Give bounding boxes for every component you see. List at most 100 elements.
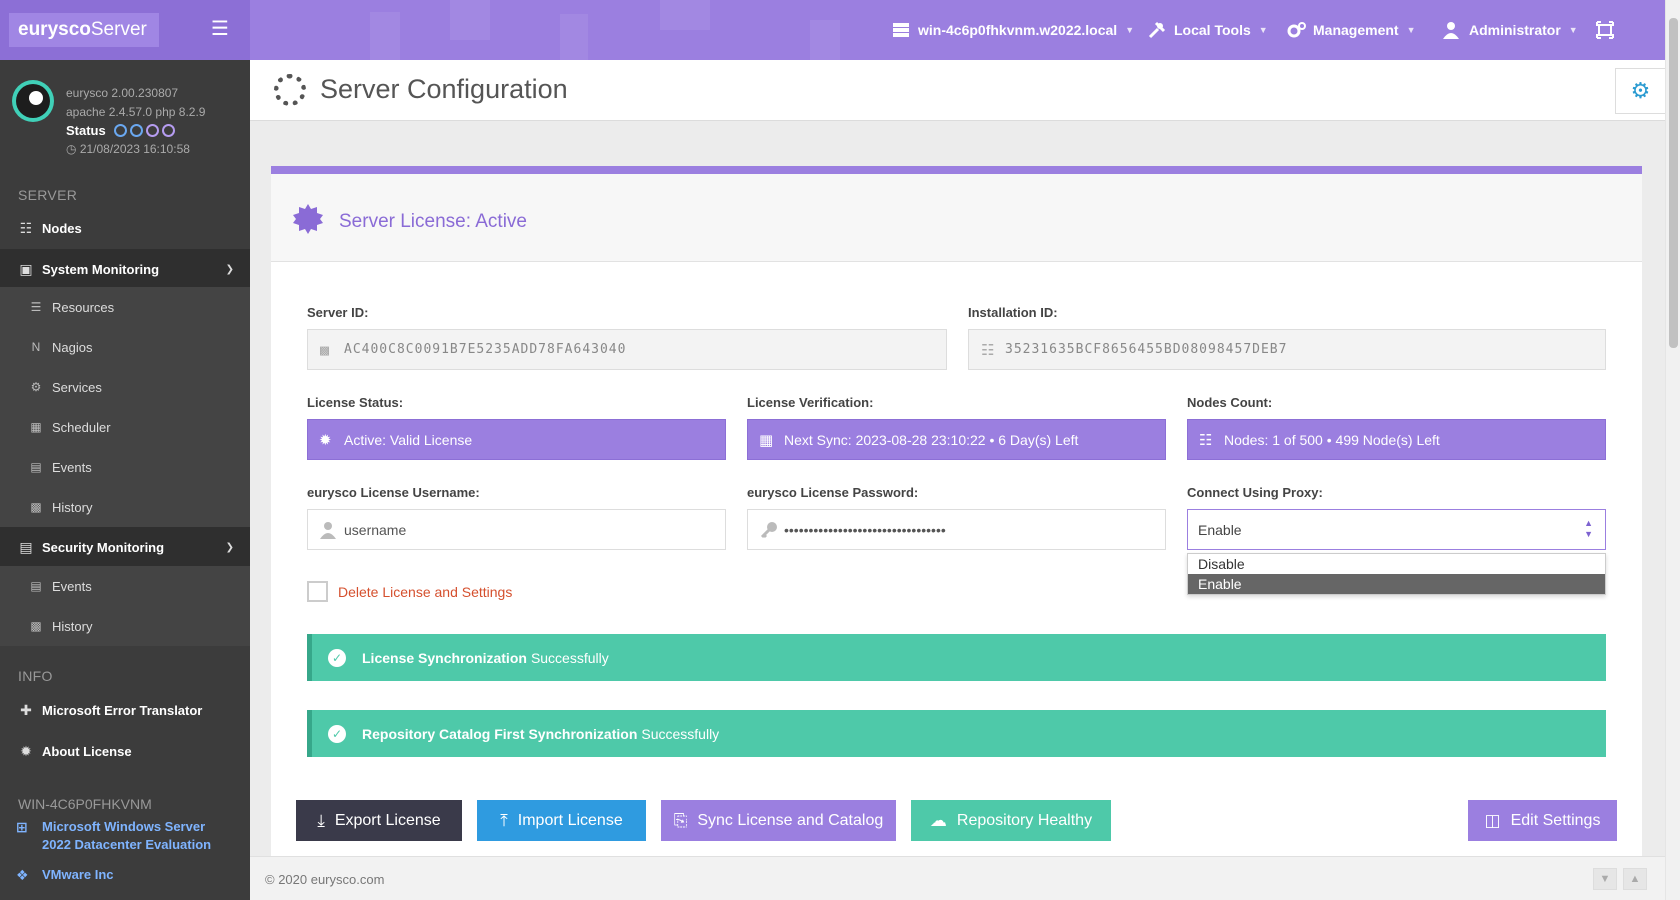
footer-copyright: © 2020 eurysco.com	[265, 872, 385, 887]
edit-settings-button[interactable]: ◫ Edit Settings	[1468, 800, 1617, 841]
sidebar-item-security-history[interactable]: ▩ History	[0, 606, 250, 646]
file-download-icon: ⎘	[673, 810, 688, 830]
save-icon: ◫	[1484, 810, 1501, 830]
status-indicator: Status	[66, 123, 175, 138]
settings-gear-button[interactable]: ⚙	[1615, 68, 1665, 114]
license-status-label: License Status:	[307, 395, 404, 410]
certificate-icon	[293, 204, 323, 234]
nagios-icon: N	[31, 340, 41, 354]
clock-icon: ◷	[66, 142, 80, 156]
brand-logo[interactable]: euryscoServer	[9, 13, 159, 47]
hamburger-menu-icon[interactable]: ☰	[211, 19, 229, 39]
fullscreen-button[interactable]	[1596, 0, 1622, 60]
export-license-button[interactable]: ⤓ Export License	[296, 800, 462, 841]
installation-id-field: ☷ 35231635BCF8656455BD08098457DEB7	[968, 329, 1606, 370]
list-alt-icon: ▤	[30, 460, 42, 474]
sidebar-item-nodes[interactable]: ☷ Nodes	[0, 208, 250, 248]
calendar-icon: ▦	[759, 432, 774, 449]
installation-id-label: Installation ID:	[968, 305, 1058, 320]
chevron-down-icon: ▼	[1125, 25, 1135, 35]
status-dot-icon	[161, 124, 175, 137]
server-id-field: ▩ AC400C8C0091B7E5235ADD78FA643040	[307, 329, 947, 370]
delete-license-checkbox[interactable]: Delete License and Settings	[307, 581, 512, 602]
sidebar-item-history[interactable]: ▩ History	[0, 487, 250, 527]
proxy-option-disable[interactable]: Disable	[1188, 554, 1605, 574]
sidebar-item-services[interactable]: ⚙ Services	[0, 367, 250, 407]
gears-icon	[1287, 21, 1306, 39]
status-label: Status	[66, 123, 106, 138]
server-icon	[892, 21, 910, 39]
book-icon: ▩	[30, 500, 42, 514]
host-menu[interactable]: win-4c6p0fhkvnm.w2022.local ▼	[892, 0, 1134, 60]
server-id-label: Server ID:	[307, 305, 369, 320]
chevron-down-icon: ❯	[225, 541, 234, 553]
proxy-dropdown: Disable Enable	[1187, 553, 1606, 595]
user-label: Administrator	[1469, 22, 1561, 38]
proxy-select[interactable]: Enable ▲ ▼	[1187, 509, 1606, 550]
sidebar-item-events[interactable]: ▤ Events	[0, 447, 250, 487]
sidebar-item-nagios[interactable]: N Nagios	[0, 327, 250, 367]
qrcode-icon: ▩	[320, 341, 331, 359]
license-verification-field: ▦ Next Sync: 2023-08-28 23:10:22 • 6 Day…	[747, 419, 1166, 460]
windows-icon: ⊞	[16, 819, 28, 835]
stack-text: apache 2.4.57.0 php 8.2.9	[66, 105, 206, 119]
sidebar-item-resources[interactable]: ☰ Resources	[0, 287, 250, 327]
section-server: SERVER	[18, 187, 78, 203]
datetime-row: ◷ 21/08/2023 16:10:58	[66, 142, 190, 156]
scroll-down-button[interactable]: ▼	[1593, 868, 1617, 890]
vendor-info: ❖ VMware Inc	[16, 867, 114, 883]
status-dot-icon	[145, 124, 159, 137]
repository-healthy-button[interactable]: ☁ Repository Healthy	[911, 800, 1111, 841]
card-title: Server License: Active	[339, 211, 527, 232]
chevron-down-icon: ▼	[1568, 25, 1578, 35]
sidebar-item-error-translator[interactable]: ✚ Microsoft Error Translator	[0, 690, 250, 730]
certificate-icon: ✹	[20, 742, 32, 759]
license-card: Server License: Active Server ID: ▩ AC40…	[271, 166, 1642, 866]
scrollbar-thumb[interactable]	[1669, 18, 1678, 348]
check-circle-icon: ✓	[328, 648, 346, 667]
os-info: ⊞ Microsoft Windows Server 2022 Datacent…	[16, 819, 212, 852]
select-arrows-icon: ▲ ▼	[1584, 518, 1593, 539]
gear-icon: ⚙	[30, 380, 42, 394]
page-title: Server Configuration	[320, 74, 568, 104]
hostname-label: WIN-4C6P0FHKVNM	[18, 796, 152, 812]
checkbox[interactable]	[307, 581, 328, 602]
user-icon	[320, 521, 336, 539]
arrow-down-icon: ▼	[1599, 873, 1611, 885]
user-menu[interactable]: Administrator ▼	[1443, 0, 1578, 60]
scroll-up-button[interactable]: ▲	[1623, 868, 1647, 890]
nodes-count-label: Nodes Count:	[1187, 395, 1273, 410]
password-input[interactable]: •••••••••••••••••••••••••••••••••	[747, 509, 1166, 550]
list-icon: ☰	[30, 300, 42, 314]
sidebar-item-system-monitoring[interactable]: ▣ System Monitoring ❯	[0, 249, 250, 289]
status-dot-icon	[129, 124, 143, 137]
page-scrollbar[interactable]	[1665, 0, 1680, 900]
management-menu[interactable]: Management ▼	[1287, 0, 1416, 60]
life-ring-icon	[274, 74, 306, 106]
sitemap-icon: ☷	[19, 219, 33, 236]
upload-icon: ⤒	[500, 810, 508, 830]
sidebar-item-scheduler[interactable]: ▦ Scheduler	[0, 407, 250, 447]
sidebar-item-security-monitoring[interactable]: ▤ Security Monitoring ❯	[0, 527, 250, 567]
sidebar-item-security-events[interactable]: ▤ Events	[0, 566, 250, 606]
tools-icon	[1148, 21, 1166, 39]
sync-license-button[interactable]: ⎘ Sync License and Catalog	[661, 800, 896, 841]
version-text: eurysco 2.00.230807	[66, 86, 179, 100]
password-label: eurysco License Password:	[747, 485, 919, 500]
cloud-download-icon: ☁	[929, 810, 947, 830]
import-license-button[interactable]: ⤒ Import License	[477, 800, 646, 841]
book-icon: ▩	[30, 619, 42, 633]
list-alt-icon: ▤	[30, 579, 42, 593]
chevron-down-icon: ▼	[1406, 25, 1416, 35]
management-label: Management	[1313, 22, 1399, 38]
section-info: INFO	[18, 668, 53, 684]
download-icon: ⤓	[317, 810, 325, 830]
sidebar-item-about-license[interactable]: ✹ About License	[0, 731, 250, 771]
username-input[interactable]: username	[307, 509, 726, 550]
local-tools-menu[interactable]: Local Tools ▼	[1148, 0, 1268, 60]
fullscreen-icon	[1596, 21, 1614, 39]
proxy-option-enable[interactable]: Enable	[1188, 574, 1605, 594]
list-alt-icon: ▤	[19, 538, 33, 555]
chevron-down-icon: ▼	[1258, 25, 1268, 35]
monitor-icon: ▣	[19, 260, 33, 277]
